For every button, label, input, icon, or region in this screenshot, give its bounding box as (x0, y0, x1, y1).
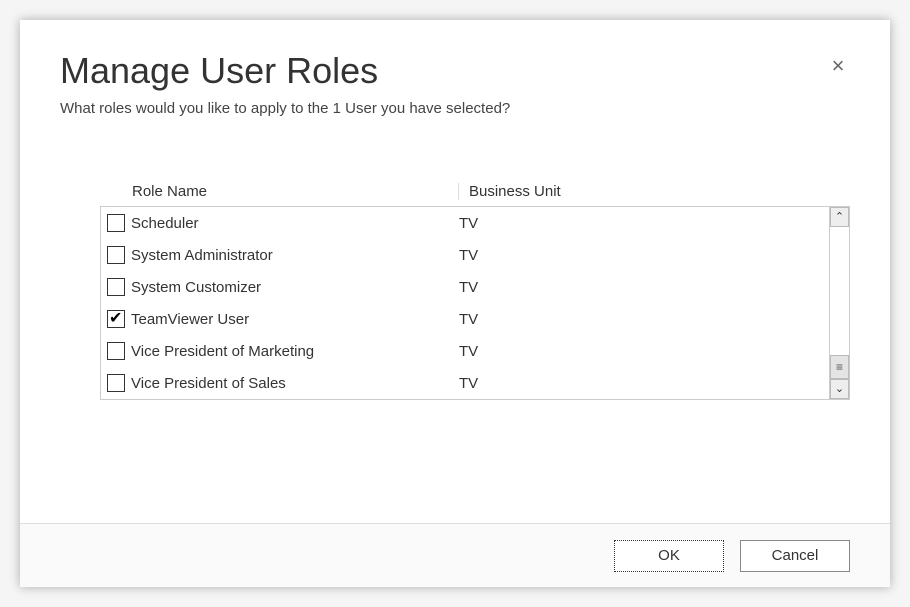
table-body-wrap: SchedulerTVSystem AdministratorTVSystem … (100, 207, 850, 400)
vertical-scrollbar[interactable]: ⌃ ≡ ⌄ (829, 207, 849, 399)
business-unit-cell: TV (459, 279, 849, 296)
scroll-thumb[interactable]: ≡ (830, 355, 849, 379)
role-name-cell: System Customizer (129, 279, 459, 296)
table-row[interactable]: SchedulerTV (101, 207, 849, 239)
scroll-up-button[interactable]: ⌃ (830, 207, 849, 227)
manage-user-roles-dialog: Manage User Roles × What roles would you… (20, 20, 890, 587)
role-name-cell: System Administrator (129, 247, 459, 264)
scroll-track[interactable]: ≡ (830, 227, 849, 379)
role-checkbox[interactable] (107, 278, 125, 296)
grip-icon: ≡ (836, 360, 843, 374)
role-checkbox[interactable] (107, 342, 125, 360)
chevron-down-icon: ⌄ (835, 384, 844, 395)
roles-table: Role Name Business Unit SchedulerTVSyste… (100, 177, 850, 400)
business-unit-cell: TV (459, 311, 849, 328)
role-checkbox[interactable] (107, 214, 125, 232)
table-row[interactable]: Vice President of SalesTV (101, 367, 849, 399)
ok-button[interactable]: OK (614, 540, 724, 572)
table-row[interactable]: Vice President of MarketingTV (101, 335, 849, 367)
table-row[interactable]: TeamViewer UserTV (101, 303, 849, 335)
close-button[interactable]: × (826, 54, 850, 78)
dialog-subtitle: What roles would you like to apply to th… (60, 100, 850, 117)
role-name-cell: Vice President of Sales (129, 375, 459, 392)
business-unit-cell: TV (459, 247, 849, 264)
role-name-cell: Vice President of Marketing (129, 343, 459, 360)
role-checkbox[interactable] (107, 310, 125, 328)
dialog-title: Manage User Roles (60, 50, 850, 92)
business-unit-cell: TV (459, 215, 849, 232)
table-header: Role Name Business Unit (100, 177, 850, 207)
role-name-cell: TeamViewer User (129, 311, 459, 328)
column-business-unit[interactable]: Business Unit (458, 183, 850, 200)
dialog-header: Manage User Roles × What roles would you… (60, 50, 850, 117)
chevron-up-icon: ⌃ (835, 212, 844, 223)
dialog-footer: OK Cancel (20, 523, 890, 587)
table-body: SchedulerTVSystem AdministratorTVSystem … (101, 207, 849, 399)
cancel-button[interactable]: Cancel (740, 540, 850, 572)
role-name-cell: Scheduler (129, 215, 459, 232)
business-unit-cell: TV (459, 375, 849, 392)
table-row[interactable]: System AdministratorTV (101, 239, 849, 271)
table-row[interactable]: System CustomizerTV (101, 271, 849, 303)
column-role-name[interactable]: Role Name (128, 183, 458, 200)
role-checkbox[interactable] (107, 374, 125, 392)
role-checkbox[interactable] (107, 246, 125, 264)
business-unit-cell: TV (459, 343, 849, 360)
scroll-down-button[interactable]: ⌄ (830, 379, 849, 399)
